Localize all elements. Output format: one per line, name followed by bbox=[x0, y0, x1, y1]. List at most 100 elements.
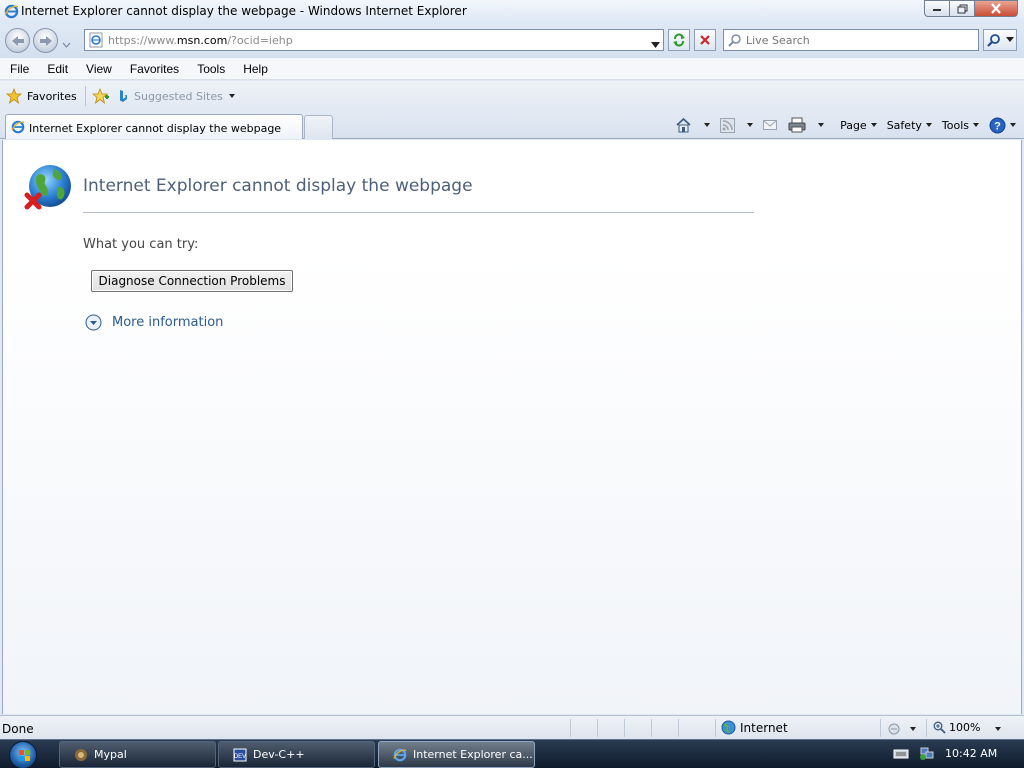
taskbar-button-devcpp[interactable]: DEV Dev-C++ bbox=[218, 741, 375, 768]
menu-edit[interactable]: Edit bbox=[38, 58, 77, 79]
zoom-level-button[interactable]: 100% bbox=[933, 721, 980, 734]
more-information-link[interactable]: More information bbox=[85, 314, 223, 331]
refresh-icon bbox=[673, 33, 685, 47]
read-mail-button[interactable] bbox=[763, 119, 778, 131]
back-button[interactable] bbox=[5, 28, 30, 53]
window-title: Internet Explorer cannot display the web… bbox=[21, 4, 467, 18]
internet-zone-globe-icon bbox=[721, 720, 736, 735]
chevron-down-icon bbox=[62, 42, 71, 48]
status-divider bbox=[570, 719, 571, 737]
help-icon: ? bbox=[989, 117, 1006, 133]
svg-text:?: ? bbox=[994, 120, 1001, 132]
search-button[interactable] bbox=[983, 29, 1017, 51]
taskbar: Mypal DEV Dev-C++ Internet Explorer ca..… bbox=[0, 739, 1024, 768]
what-you-can-try-label: What you can try: bbox=[83, 237, 199, 252]
restore-icon bbox=[957, 4, 967, 13]
network-icon[interactable] bbox=[919, 745, 935, 761]
chevron-down-icon[interactable] bbox=[910, 727, 916, 731]
ie-app-icon bbox=[393, 748, 407, 761]
windows-logo-icon bbox=[19, 750, 30, 761]
tools-menu-button[interactable]: Tools bbox=[942, 119, 979, 132]
suggested-sites-label: Suggested Sites bbox=[134, 89, 223, 103]
page-menu-button[interactable]: Page bbox=[840, 119, 877, 132]
tools-menu-label: Tools bbox=[941, 118, 969, 132]
restore-button[interactable] bbox=[950, 0, 975, 17]
chevron-down-icon bbox=[870, 123, 877, 127]
add-to-favorites-bar-button[interactable] bbox=[91, 87, 110, 107]
diagnose-connection-problems-button[interactable]: Diagnose Connection Problems bbox=[91, 270, 293, 292]
help-button[interactable]: ? bbox=[989, 117, 1016, 134]
forward-arrow-icon bbox=[39, 35, 52, 46]
address-url[interactable]: https://www.msn.com/?ocid=iehp bbox=[108, 34, 293, 47]
safety-menu-button[interactable]: Safety bbox=[887, 119, 932, 132]
search-provider-icon bbox=[728, 33, 742, 50]
menu-view[interactable]: View bbox=[77, 58, 121, 79]
menu-favorites[interactable]: Favorites bbox=[121, 58, 188, 79]
favorites-label: Favorites bbox=[27, 89, 77, 103]
taskbar-button-mypal[interactable]: Mypal bbox=[59, 741, 216, 768]
search-icon bbox=[986, 34, 1000, 47]
favorites-separator bbox=[85, 86, 86, 106]
status-divider bbox=[926, 719, 927, 737]
more-information-label: More information bbox=[112, 315, 224, 330]
suggested-sites-button[interactable]: Suggested Sites bbox=[118, 89, 235, 103]
keyboard-icon[interactable] bbox=[893, 747, 909, 759]
stop-icon bbox=[700, 35, 710, 45]
favorites-button[interactable]: Favorites bbox=[6, 88, 77, 104]
back-arrow-icon bbox=[11, 35, 24, 46]
close-button[interactable] bbox=[975, 0, 1018, 17]
add-favorite-icon bbox=[91, 87, 109, 105]
new-tab-button[interactable] bbox=[304, 115, 333, 139]
tab-active[interactable]: Internet Explorer cannot display the web… bbox=[5, 114, 303, 139]
status-divider bbox=[597, 719, 598, 737]
title-bar: Internet Explorer cannot display the web… bbox=[0, 0, 1024, 24]
feeds-button[interactable] bbox=[720, 117, 754, 133]
close-icon bbox=[991, 3, 1001, 14]
devcpp-app-icon: DEV bbox=[233, 748, 247, 761]
taskbar-button-label: Dev-C++ bbox=[253, 748, 305, 761]
recent-pages-dropdown[interactable] bbox=[62, 37, 71, 51]
globe-error-icon bbox=[23, 163, 73, 216]
clock[interactable]: 10:42 AM bbox=[945, 747, 997, 760]
system-tray: 10:42 AM bbox=[893, 745, 997, 761]
address-bar[interactable]: https://www.msn.com/?ocid=iehp bbox=[84, 29, 664, 51]
menu-tools[interactable]: Tools bbox=[188, 58, 234, 79]
chevron-down-icon bbox=[818, 123, 825, 127]
mail-icon bbox=[763, 120, 778, 130]
page-content: Internet Explorer cannot display the web… bbox=[2, 140, 1022, 714]
home-icon bbox=[676, 117, 691, 133]
forward-button[interactable] bbox=[33, 28, 58, 53]
chevron-down-icon bbox=[747, 123, 754, 127]
svg-text:DEV: DEV bbox=[234, 754, 246, 760]
search-box[interactable] bbox=[723, 29, 979, 51]
divider bbox=[83, 212, 754, 213]
ie-page-icon bbox=[11, 120, 25, 137]
chevron-down-icon bbox=[973, 123, 979, 127]
status-divider bbox=[880, 719, 881, 737]
protected-mode-icon[interactable] bbox=[887, 721, 901, 738]
expand-circle-icon bbox=[85, 314, 102, 331]
address-dropdown[interactable] bbox=[651, 37, 660, 51]
print-button[interactable] bbox=[788, 117, 825, 133]
home-button[interactable] bbox=[675, 117, 711, 133]
tab-label: Internet Explorer cannot display the web… bbox=[29, 122, 282, 135]
page-title: Internet Explorer cannot display the web… bbox=[83, 176, 473, 196]
minimize-button[interactable] bbox=[924, 0, 950, 17]
status-text: Done bbox=[2, 722, 34, 736]
zoom-level: 100% bbox=[949, 721, 981, 734]
chevron-down-icon[interactable] bbox=[995, 727, 1001, 731]
start-button[interactable] bbox=[9, 741, 37, 768]
menu-help[interactable]: Help bbox=[234, 58, 277, 79]
refresh-button[interactable] bbox=[668, 29, 690, 51]
search-input[interactable] bbox=[746, 33, 974, 48]
menu-file[interactable]: File bbox=[0, 58, 38, 79]
status-divider bbox=[678, 719, 679, 737]
taskbar-button-internet-explorer[interactable]: Internet Explorer ca... bbox=[378, 741, 535, 768]
favorites-bar: Favorites Suggested Sites bbox=[0, 81, 1024, 111]
chevron-down-icon bbox=[704, 123, 711, 127]
status-divider bbox=[715, 719, 716, 737]
stop-button[interactable] bbox=[694, 29, 716, 51]
security-zone[interactable]: Internet bbox=[721, 720, 788, 735]
security-zone-label: Internet bbox=[740, 720, 788, 735]
menu-bar: File Edit View Favorites Tools Help bbox=[0, 58, 1024, 80]
